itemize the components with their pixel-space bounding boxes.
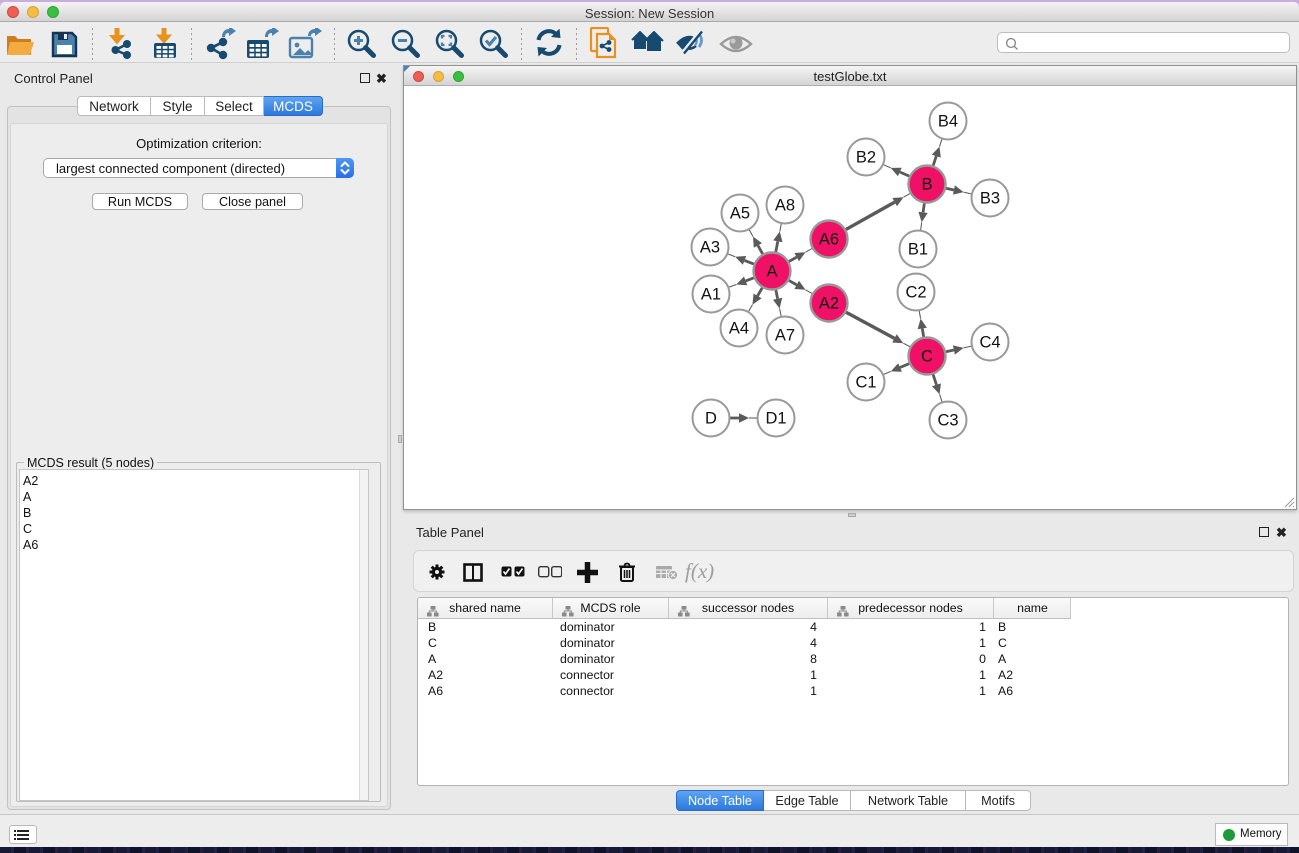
- svg-text:A5: A5: [730, 205, 750, 223]
- svg-text:C1: C1: [855, 374, 876, 392]
- svg-text:B1: B1: [908, 241, 928, 259]
- svg-text:A7: A7: [775, 327, 795, 345]
- svg-text:B: B: [921, 176, 932, 194]
- svg-text:C2: C2: [905, 284, 926, 302]
- svg-text:A: A: [766, 263, 777, 281]
- svg-text:C3: C3: [937, 412, 958, 430]
- svg-text:C: C: [921, 348, 933, 366]
- svg-text:A6: A6: [819, 231, 839, 249]
- svg-text:A8: A8: [775, 197, 795, 215]
- svg-text:B3: B3: [980, 190, 1000, 208]
- svg-text:B4: B4: [938, 113, 958, 131]
- svg-text:D: D: [705, 410, 717, 428]
- svg-text:B2: B2: [856, 149, 876, 167]
- svg-text:A1: A1: [701, 286, 721, 304]
- svg-text:C4: C4: [979, 334, 1000, 352]
- svg-text:D1: D1: [765, 410, 786, 428]
- svg-text:A2: A2: [819, 295, 839, 313]
- svg-text:A4: A4: [729, 320, 749, 338]
- svg-text:A3: A3: [700, 239, 720, 257]
